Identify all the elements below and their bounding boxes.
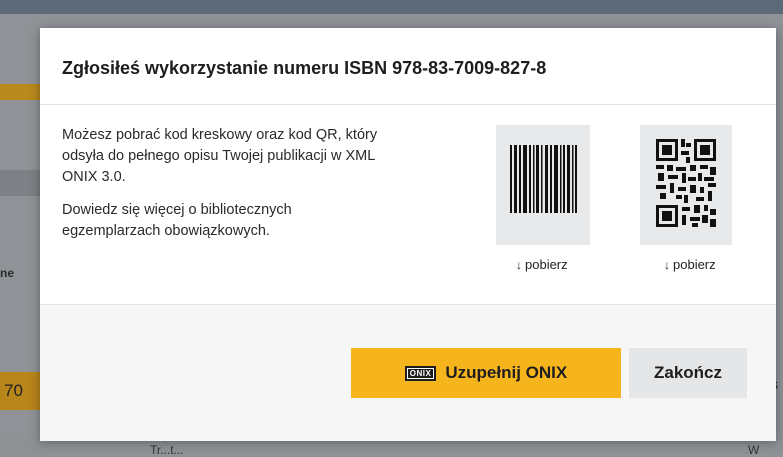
background-gray-strip xyxy=(0,170,40,196)
qr-download-link[interactable]: ↓ pobierz xyxy=(664,257,716,272)
description-paragraph-1: Możesz pobrać kod kreskowy oraz kod QR, … xyxy=(62,127,378,185)
background-yellow-strip xyxy=(0,84,40,100)
dialog-footer: ONIX Uzupełnij ONIX Zakończ xyxy=(40,304,776,441)
arrow-down-icon: ↓ xyxy=(516,258,522,272)
dialog-body: Możesz pobrać kod kreskowy oraz kod QR, … xyxy=(40,105,776,303)
background-bottom-text: Tr...t... xyxy=(150,443,184,457)
dialog-description: Możesz pobrać kod kreskowy oraz kod QR, … xyxy=(62,125,392,254)
onix-icon: ONIX xyxy=(404,365,437,381)
finish-button[interactable]: Zakończ xyxy=(629,348,747,398)
background-left-text: ne xyxy=(0,266,15,280)
background-bottom-right: W xyxy=(748,443,760,457)
qr-code-icon xyxy=(656,139,716,227)
background-left-number: 70 xyxy=(0,372,40,410)
isbn-dialog: Zgłosiłeś wykorzystanie numeru ISBN 978-… xyxy=(40,28,776,441)
barcode-card[interactable] xyxy=(496,125,590,245)
complete-onix-button[interactable]: ONIX Uzupełnij ONIX xyxy=(351,348,621,398)
barcode-download-link[interactable]: ↓ pobierz xyxy=(516,257,568,272)
dialog-title: Zgłosiłeś wykorzystanie numeru ISBN 978-… xyxy=(62,58,547,78)
arrow-down-icon: ↓ xyxy=(664,258,670,272)
barcode-download-label: pobierz xyxy=(525,257,568,272)
dialog-header: Zgłosiłeś wykorzystanie numeru ISBN 978-… xyxy=(40,28,776,105)
complete-onix-label: Uzupełnij ONIX xyxy=(445,363,568,382)
qr-download-label: pobierz xyxy=(673,257,716,272)
qr-card[interactable] xyxy=(640,125,732,245)
barcode-icon xyxy=(510,145,577,213)
background-topbar xyxy=(0,0,783,14)
description-paragraph-2: Dowiedz się więcej o bibliotecznych egze… xyxy=(62,202,292,239)
